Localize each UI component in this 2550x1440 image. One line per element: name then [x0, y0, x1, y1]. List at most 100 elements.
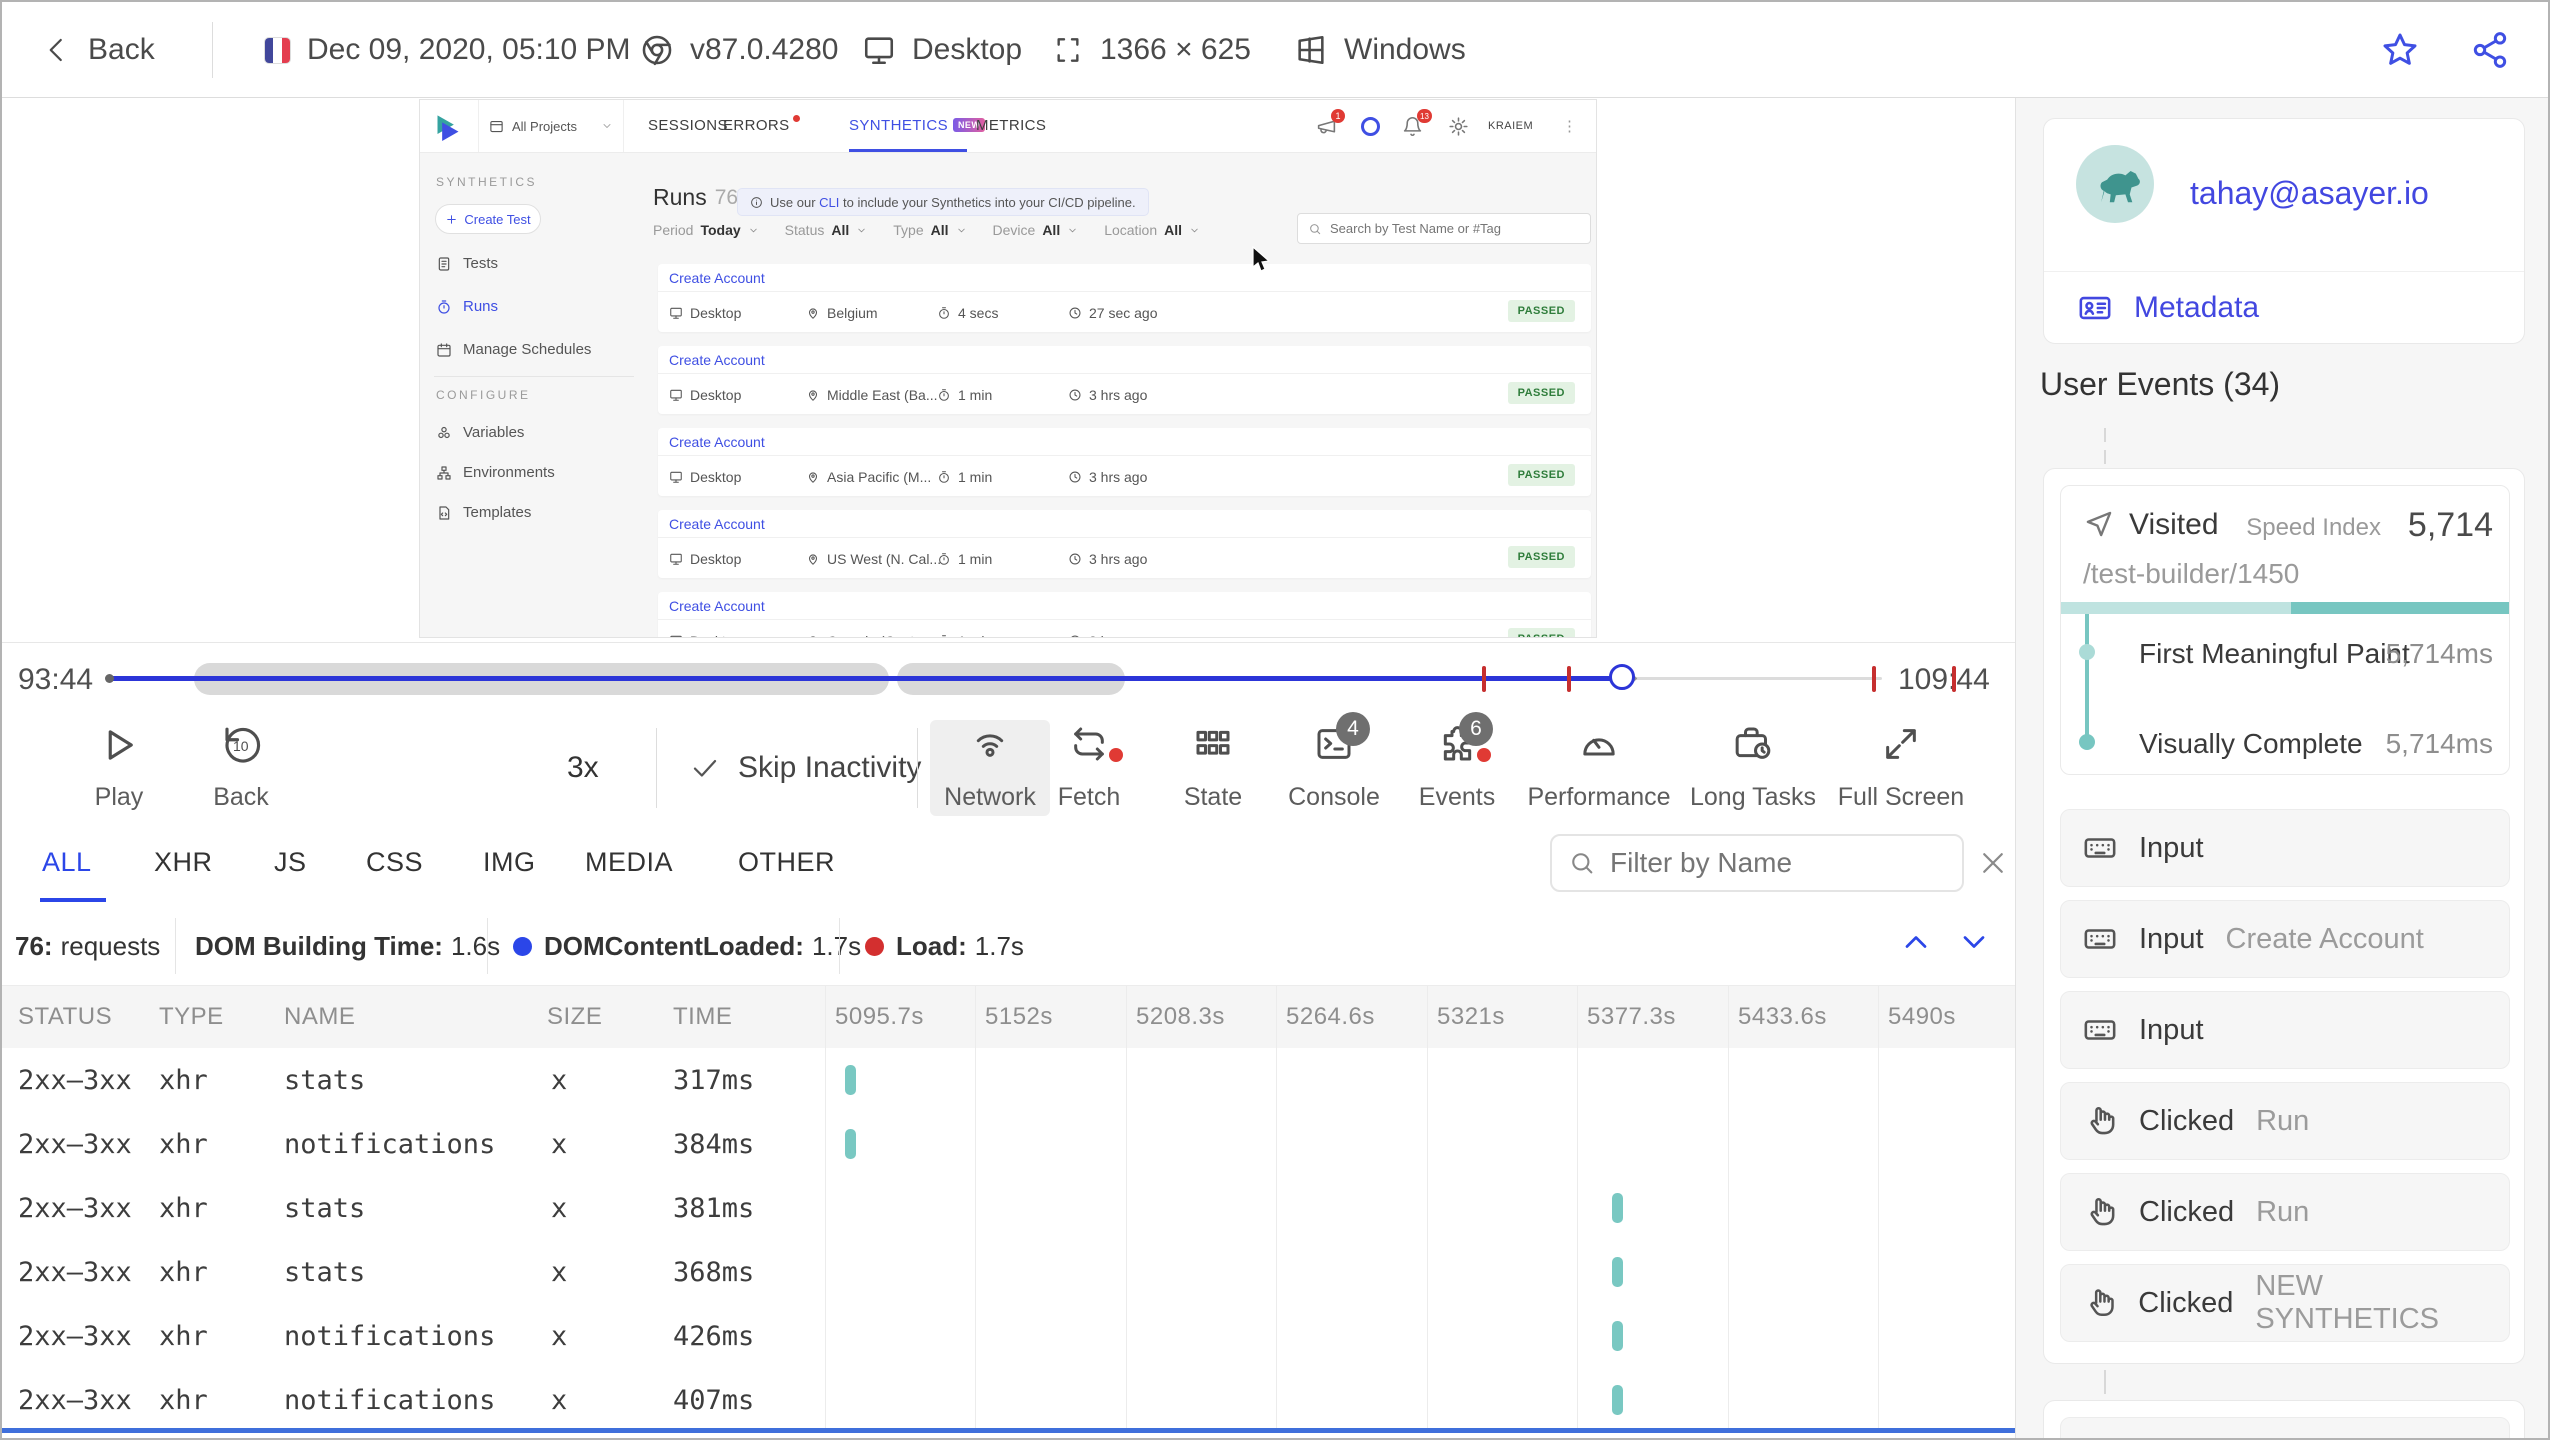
close-icon[interactable]	[1978, 848, 2008, 878]
network-tab-all[interactable]: ALL	[42, 822, 92, 902]
replayed-app-screen: All Projects SESSIONS ERRORS SYNTHETICS …	[419, 99, 1597, 638]
cli-link[interactable]: CLI	[819, 195, 839, 210]
back-10s-button[interactable]: 10 Back	[176, 724, 306, 812]
filter-box[interactable]	[1550, 834, 1964, 892]
table-row[interactable]: 2xx–3xx xhr stats x 381ms	[2, 1176, 2015, 1240]
network-tab-css[interactable]: CSS	[366, 822, 423, 902]
event-item-click[interactable]: Clicked Run	[2060, 1082, 2510, 1160]
state-panel-button[interactable]: State	[1148, 724, 1278, 812]
sidebar-item-environments[interactable]: Environments	[436, 464, 555, 481]
favorite-button[interactable]	[2380, 30, 2420, 70]
table-row[interactable]: 2xx–3xx xhr stats x 368ms	[2, 1240, 2015, 1304]
create-test-button[interactable]: Create Test	[435, 204, 541, 234]
run-card[interactable]: Create Account Desktop US West (N. Cal..…	[658, 510, 1591, 578]
app-tab-sessions[interactable]: SESSIONS	[648, 100, 728, 150]
timeline-event-marker[interactable]	[1872, 666, 1876, 692]
device-label: Desktop	[912, 33, 1023, 66]
filter-status[interactable]: Status All	[785, 222, 868, 238]
console-panel-button[interactable]: 4 Console	[1269, 712, 1399, 812]
table-row[interactable]: 2xx–3xx xhr notifications x 407ms	[2, 1368, 2015, 1432]
network-tab-other[interactable]: OTHER	[738, 822, 835, 902]
app-tab-metrics[interactable]: METRICS	[976, 100, 1046, 150]
timeline-event-marker[interactable]	[1482, 666, 1486, 692]
app-search-input[interactable]	[1330, 221, 1570, 236]
table-row[interactable]: 2xx–3xx xhr notifications x 384ms	[2, 1112, 2015, 1176]
os-label: Windows	[1344, 33, 1466, 66]
filter-input[interactable]	[1610, 847, 1930, 879]
user-menu[interactable]: KRAIEM	[1488, 100, 1533, 152]
speed-toggle[interactable]: 3x	[567, 714, 599, 822]
network-tab-xhr[interactable]: XHR	[154, 822, 213, 902]
event-item-input[interactable]: Input Create Account	[2060, 900, 2510, 978]
project-selector[interactable]: All Projects	[478, 100, 624, 152]
fetch-panel-button[interactable]: Fetch	[1024, 724, 1154, 812]
run-title[interactable]: Create Account	[669, 264, 765, 291]
sidebar-item-runs[interactable]: Runs	[436, 298, 498, 315]
event-item-click[interactable]: Clicked NEW SYNTHETICS	[2060, 1264, 2510, 1342]
sidebar-item-tests[interactable]: Tests	[436, 255, 498, 272]
run-card[interactable]: Create Account Desktop Asia Pacific (M..…	[658, 428, 1591, 496]
network-tab-img[interactable]: IMG	[483, 822, 536, 902]
location-pin-icon	[808, 307, 818, 319]
sidebar-item-templates[interactable]: Templates	[436, 504, 531, 521]
event-item-click[interactable]: Clicked Run	[2060, 1173, 2510, 1251]
network-tab-media[interactable]: MEDIA	[585, 822, 673, 902]
app-tab-errors[interactable]: ERRORS	[723, 100, 800, 150]
settings-button[interactable]	[1448, 116, 1469, 137]
app-tab-synthetics[interactable]: SYNTHETICS NEW	[849, 100, 986, 150]
long-tasks-panel-button[interactable]: Long Tasks	[1688, 724, 1818, 812]
performance-panel-button[interactable]: Performance	[1527, 724, 1671, 812]
chevron-up-icon[interactable]	[1898, 924, 1934, 960]
run-title[interactable]: Create Account	[669, 510, 765, 537]
col-t3: 5264.6s	[1286, 1003, 1375, 1030]
event-item-input[interactable]: Input	[2060, 991, 2510, 1069]
filter-period[interactable]: Period Today	[653, 222, 759, 238]
top-bar: Back Dec 09, 2020, 05:10 PM v87.0.4280 D…	[2, 2, 2548, 98]
skip-inactivity-toggle[interactable]: Skip Inactivity	[690, 714, 921, 822]
share-button[interactable]	[2470, 30, 2510, 70]
sidebar-item-variables[interactable]: Variables	[436, 424, 524, 441]
announcements-button[interactable]: 1	[1316, 109, 1345, 137]
chevron-down-icon[interactable]	[1956, 924, 1992, 960]
run-card[interactable]: Create Account Desktop Belgium 4 secs 27…	[658, 264, 1591, 332]
playhead[interactable]	[1609, 664, 1635, 690]
filter-device[interactable]: Device All	[993, 222, 1079, 238]
notifications-button[interactable]: 13	[1402, 109, 1432, 137]
waterfall-bar	[1612, 1257, 1623, 1287]
app-search-box[interactable]	[1297, 213, 1591, 244]
run-title[interactable]: Create Account	[669, 592, 765, 619]
filter-location[interactable]: Location All	[1104, 222, 1200, 238]
summary-divider	[487, 918, 488, 974]
stopwatch-icon	[939, 470, 949, 483]
run-title[interactable]: Create Account	[669, 428, 765, 455]
sidebar-item-manage-schedules[interactable]: Manage Schedules	[436, 341, 591, 358]
run-card[interactable]: Create Account Desktop Middle East (Ba..…	[658, 346, 1591, 414]
events-alert-dot	[1477, 748, 1491, 762]
network-tab-js[interactable]: JS	[274, 822, 307, 902]
visited-card[interactable]: Visited Speed Index 5,714 /test-builder/…	[2060, 485, 2510, 775]
runs-header: Runs 76	[653, 184, 738, 211]
table-row[interactable]: 2xx–3xx xhr stats x 317ms	[2, 1048, 2015, 1112]
user-email[interactable]: tahay@asayer.io	[2190, 175, 2429, 212]
sitemap-icon	[437, 465, 451, 480]
events-panel-button[interactable]: 6 Events	[1392, 712, 1522, 812]
filter-type[interactable]: Type All	[893, 222, 966, 238]
run-title[interactable]: Create Account	[669, 346, 765, 373]
kebab-menu-icon[interactable]: ⋮	[1562, 100, 1577, 152]
summary-divider	[175, 918, 176, 974]
play-button[interactable]: Play	[54, 724, 184, 812]
run-card[interactable]: Create Account Desktop Canada (Centra...…	[658, 592, 1591, 637]
event-item-input[interactable]: Input	[2060, 809, 2510, 887]
timeline-track[interactable]	[105, 643, 1896, 715]
status-badge: PASSED	[1507, 382, 1575, 404]
back-button[interactable]: Back	[42, 2, 155, 98]
full-screen-button[interactable]: Full Screen	[1836, 724, 1966, 812]
timeline-event-marker[interactable]	[1567, 666, 1571, 692]
search-icon	[1572, 853, 1593, 874]
metadata-button[interactable]: Metadata	[2078, 291, 2259, 325]
topbar-divider	[212, 22, 213, 78]
monitor-icon	[864, 37, 894, 65]
keyboard-icon	[2084, 838, 2116, 858]
session-sidebar: tahay@asayer.io Metadata User Events (34…	[2015, 98, 2548, 1438]
table-row[interactable]: 2xx–3xx xhr notifications x 426ms	[2, 1304, 2015, 1368]
